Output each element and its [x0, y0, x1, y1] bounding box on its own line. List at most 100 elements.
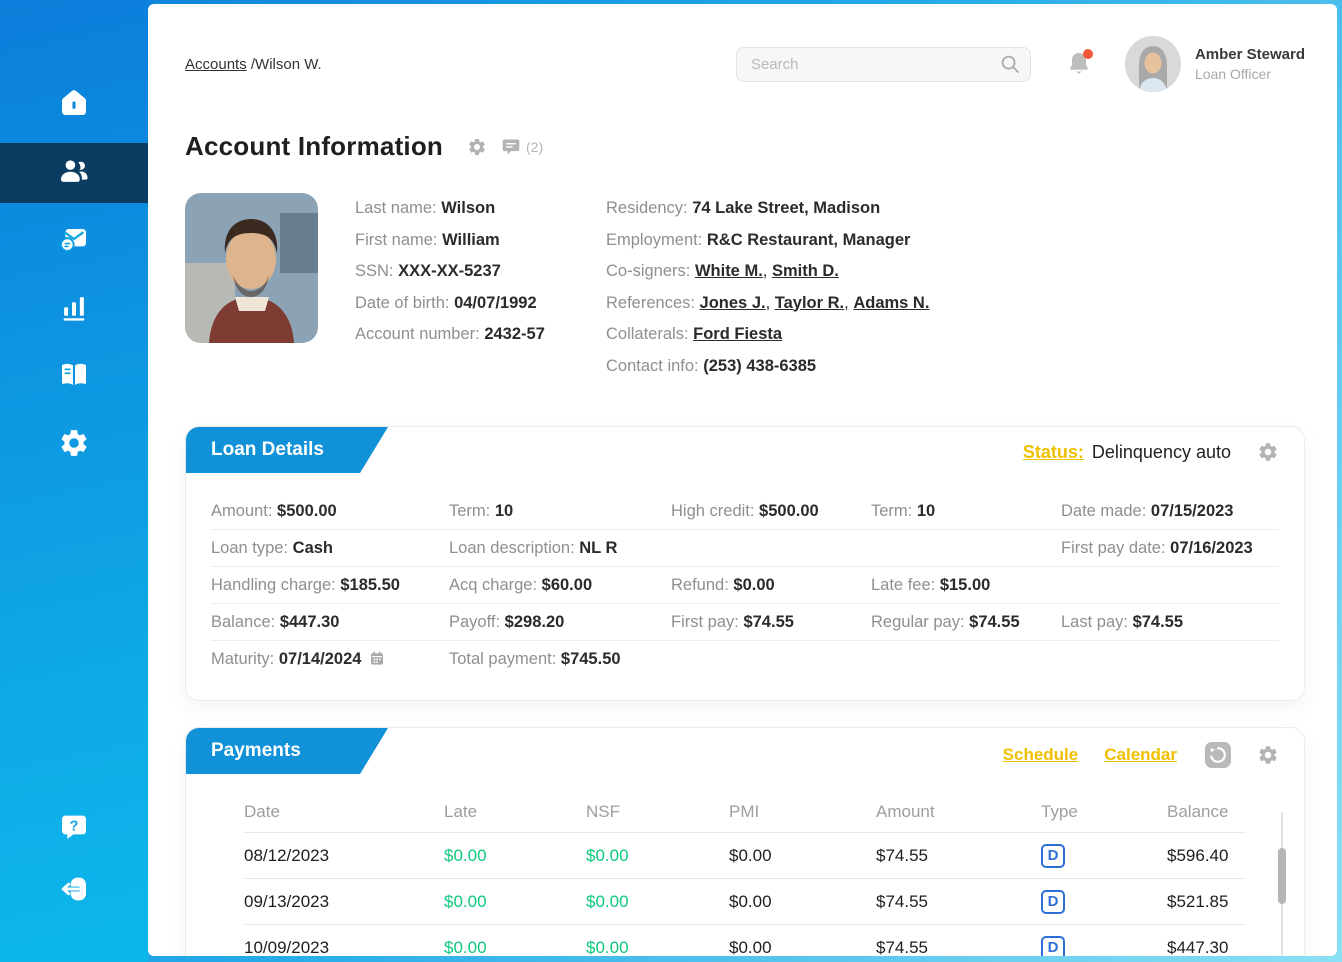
sidebar-item-settings[interactable]: [0, 415, 148, 475]
breadcrumb-current: /Wilson W.: [251, 56, 322, 73]
payment-cell-balance: $447.30: [1167, 938, 1246, 957]
maturity-calendar-icon[interactable]: [369, 650, 385, 666]
related-record-link[interactable]: White M.: [695, 262, 763, 280]
scrollbar-thumb[interactable]: [1278, 848, 1286, 904]
field-value: NL R: [579, 539, 617, 557]
avatar: [1125, 36, 1181, 92]
payment-row[interactable]: 09/13/2023$0.00$0.00$0.00$74.55D$521.85: [244, 878, 1246, 924]
field-value: (253) 438-6385: [703, 357, 816, 375]
payments-controls: Schedule Calendar: [1003, 728, 1304, 768]
payment-type-badge[interactable]: D: [1041, 844, 1065, 868]
field-label: Balance:: [211, 613, 275, 631]
sidebar-item-help[interactable]: ?: [0, 802, 148, 856]
column-header-balance: Balance: [1167, 802, 1246, 822]
account-field: Last name: Wilson: [355, 193, 606, 225]
payments-card: Payments Schedule Calendar DateLateNSFPM…: [185, 727, 1305, 956]
loan-detail-cell: Term: 10: [449, 502, 671, 521]
status-link[interactable]: Status:: [1023, 442, 1084, 463]
field-label: Last pay:: [1061, 613, 1128, 631]
payment-cell-amount: $74.55: [876, 892, 1041, 912]
status-value: Delinquency auto: [1092, 442, 1231, 463]
breadcrumb-accounts-link[interactable]: Accounts: [185, 56, 247, 73]
field-label: Date made:: [1061, 502, 1146, 520]
loan-detail-cell: First pay: $74.55: [671, 613, 871, 632]
loan-detail-cell: Loan description: NL R: [449, 539, 671, 558]
comments-icon[interactable]: [501, 137, 521, 157]
field-label: Employment:: [606, 231, 707, 249]
related-record-link[interactable]: Ford Fiesta: [693, 325, 782, 343]
field-value: $500.00: [277, 502, 337, 520]
payments-settings-gear-icon[interactable]: [1257, 744, 1279, 766]
related-record-link[interactable]: Smith D.: [772, 262, 839, 280]
comments-count: (2): [526, 139, 543, 155]
main-panel: Accounts /Wilson W.: [148, 4, 1337, 956]
account-field: First name: William: [355, 225, 606, 257]
notification-bell[interactable]: [1067, 51, 1091, 77]
field-label: Last name:: [355, 199, 441, 217]
loan-detail-row: Amount: $500.00Term: 10High credit: $500…: [211, 493, 1279, 530]
payment-cell-amount: $74.55: [876, 846, 1041, 866]
field-value: 10: [917, 502, 935, 520]
loan-detail-cell: Balance: $447.30: [211, 613, 449, 632]
payment-cell-late: $0.00: [444, 846, 586, 866]
profile-menu[interactable]: Amber Steward Loan Officer: [1125, 36, 1305, 92]
field-value: $74.55: [1133, 613, 1183, 631]
loan-detail-row: Maturity: 07/14/2024Total payment: $745.…: [211, 641, 1279, 678]
related-record-link[interactable]: Jones J.: [700, 294, 766, 312]
sidebar-item-ledger[interactable]: [0, 347, 148, 407]
payments-table-header: DateLateNSFPMIAmountTypeBalance: [244, 792, 1246, 832]
sidebar: ?: [0, 0, 148, 962]
sidebar-item-clients[interactable]: [0, 143, 148, 203]
page-title: Account Information: [185, 131, 443, 162]
column-header-pmi: PMI: [729, 802, 876, 822]
history-icon[interactable]: [1205, 742, 1231, 768]
loan-details-card: Loan Details Status: Delinquency auto Am…: [185, 426, 1305, 701]
account-field: Collaterals: Ford Fiesta: [606, 319, 929, 351]
field-label: Co-signers:: [606, 262, 695, 280]
calendar-link[interactable]: Calendar: [1104, 745, 1177, 765]
account-field: SSN: XXX-XX-5237: [355, 256, 606, 288]
title-row: Account Information (2): [185, 131, 1305, 162]
related-record-link[interactable]: Adams N.: [853, 294, 929, 312]
field-value: 04/07/1992: [454, 294, 537, 312]
notification-dot: [1083, 49, 1093, 59]
payment-row[interactable]: 10/09/2023$0.00$0.00$0.00$74.55D$447.30: [244, 924, 1246, 956]
sidebar-item-messages[interactable]: [0, 211, 148, 271]
profile-text: Amber Steward Loan Officer: [1195, 46, 1305, 82]
account-field: Residency: 74 Lake Street, Madison: [606, 193, 929, 225]
user-role: Loan Officer: [1195, 66, 1305, 82]
sidebar-item-reports[interactable]: [0, 279, 148, 339]
account-settings-gear-icon[interactable]: [467, 137, 487, 157]
field-label: Maturity:: [211, 650, 274, 668]
related-record-link[interactable]: Taylor R.: [775, 294, 844, 312]
field-value: $298.20: [505, 613, 565, 631]
column-header-late: Late: [444, 802, 586, 822]
loan-detail-row: Handling charge: $185.50Acq charge: $60.…: [211, 567, 1279, 604]
sidebar-items: [0, 75, 148, 483]
payment-row[interactable]: 08/12/2023$0.00$0.00$0.00$74.55D$596.40: [244, 832, 1246, 878]
account-fields-right: Residency: 74 Lake Street, Madison Employ…: [606, 193, 929, 382]
payment-type-badge[interactable]: D: [1041, 890, 1065, 914]
loan-detail-cell: First pay date: 07/16/2023: [1061, 539, 1279, 558]
svg-text:?: ?: [70, 818, 79, 834]
field-label: Regular pay:: [871, 613, 965, 631]
loan-details-tab: Loan Details: [186, 427, 388, 473]
field-label: Loan description:: [449, 539, 575, 557]
field-label: Date of birth:: [355, 294, 454, 312]
account-field: Co-signers: White M., Smith D.: [606, 256, 929, 288]
schedule-link[interactable]: Schedule: [1003, 745, 1079, 765]
loan-detail-cell: Payoff: $298.20: [449, 613, 671, 632]
account-field: Account number: 2432-57: [355, 319, 606, 351]
sidebar-item-home[interactable]: [0, 75, 148, 135]
loan-detail-cell: Late fee: $15.00: [871, 576, 1061, 595]
sidebar-item-logout[interactable]: [0, 864, 148, 918]
payment-type-badge[interactable]: D: [1041, 936, 1065, 957]
payments-table: DateLateNSFPMIAmountTypeBalance 08/12/20…: [244, 792, 1246, 956]
field-value: 07/15/2023: [1151, 502, 1234, 520]
account-field: Date of birth: 04/07/1992: [355, 288, 606, 320]
field-label: Refund:: [671, 576, 729, 594]
loan-settings-gear-icon[interactable]: [1257, 441, 1279, 463]
payment-cell-nsf: $0.00: [586, 938, 729, 957]
search-input[interactable]: [736, 47, 1031, 82]
sidebar-footer: ?: [0, 802, 148, 926]
